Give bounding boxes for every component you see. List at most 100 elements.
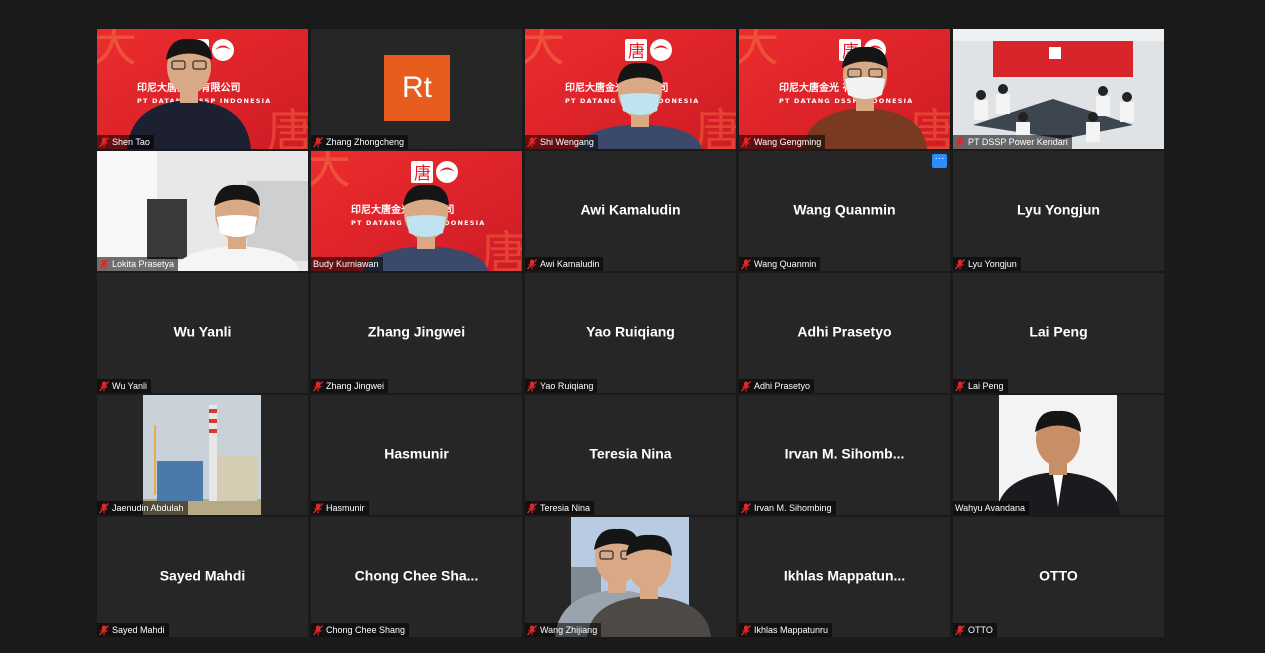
- participant-display-name: Wang Quanmin: [793, 201, 896, 218]
- participant-name-label: Ikhlas Mappatunru: [739, 623, 833, 637]
- participant-name: Shen Tao: [112, 137, 150, 147]
- participant-tile[interactable]: Rt Zhang Zhongcheng: [311, 29, 522, 149]
- participant-name: Wahyu Avandana: [955, 503, 1026, 513]
- svg-text:大: 大: [525, 29, 565, 72]
- company-banner-man-glasses-video: 大唐唐印尼大唐金光 有限公司PT DATANG DSSP INDONESIA: [97, 29, 308, 149]
- svg-text:大: 大: [311, 151, 351, 194]
- participant-name-label: Shi Wengang: [525, 135, 598, 149]
- muted-mic-icon: [955, 136, 965, 147]
- participant-name: Budy Kurniawan: [313, 259, 379, 269]
- participant-tile[interactable]: 大唐唐印尼大唐金光 有限公司PT DATANG DSSP INDONESIASh…: [97, 29, 308, 149]
- participant-name: Chong Chee Shang: [326, 625, 406, 635]
- participant-tile[interactable]: Wang Quanmin ··· Wang Quanmin: [739, 151, 950, 271]
- participant-name-label: Wang Zhijiang: [525, 623, 602, 637]
- participant-display-name: Chong Chee Sha...: [354, 567, 479, 584]
- participant-tile[interactable]: Wang Zhijiang: [525, 517, 736, 637]
- participant-tile[interactable]: Teresia Nina Teresia Nina: [525, 395, 736, 515]
- participant-name: Awi Kamaludin: [540, 259, 600, 269]
- participant-tile[interactable]: Zhang Jingwei Zhang Jingwei: [311, 273, 522, 393]
- muted-mic-icon: [741, 624, 751, 635]
- participant-name-label: Awi Kamaludin: [525, 257, 604, 271]
- participant-tile[interactable]: PT DSSP Power Kendari: [953, 29, 1164, 149]
- svg-text:大: 大: [97, 29, 137, 72]
- participant-tile[interactable]: Irvan M. Sihomb... Irvan M. Sihombing: [739, 395, 950, 515]
- participant-tile[interactable]: Lokita Prasetya: [97, 151, 308, 271]
- participant-name-label: Wahyu Avandana: [953, 501, 1030, 515]
- participant-name: Teresia Nina: [540, 503, 591, 513]
- participant-tile[interactable]: Adhi Prasetyo Adhi Prasetyo: [739, 273, 950, 393]
- participant-name: Yao Ruiqiang: [540, 381, 594, 391]
- participant-name-label: Wang Gengming: [739, 135, 826, 149]
- more-options-icon[interactable]: ···: [932, 154, 947, 168]
- participant-tile[interactable]: Awi Kamaludin Awi Kamaludin: [525, 151, 736, 271]
- participant-tile[interactable]: Yao Ruiqiang Yao Ruiqiang: [525, 273, 736, 393]
- participant-tile[interactable]: Jaenudin Abdulah: [97, 395, 308, 515]
- participant-tile[interactable]: Chong Chee Sha... Chong Chee Shang: [311, 517, 522, 637]
- participant-display-name: Zhang Jingwei: [367, 323, 466, 340]
- participant-name-label: Zhang Zhongcheng: [311, 135, 409, 149]
- participant-name-label: Yao Ruiqiang: [525, 379, 598, 393]
- participant-display-name: Lai Peng: [1029, 323, 1088, 340]
- profile-avatar: Rt: [384, 55, 450, 121]
- svg-text:唐: 唐: [414, 163, 431, 184]
- muted-mic-icon: [955, 380, 965, 391]
- participant-name-label: OTTO: [953, 623, 997, 637]
- participant-name: Wang Gengming: [754, 137, 822, 147]
- participant-name-label: Budy Kurniawan: [311, 257, 383, 271]
- svg-text:唐: 唐: [481, 226, 522, 271]
- muted-mic-icon: [741, 502, 751, 513]
- participant-name-label: Lai Peng: [953, 379, 1008, 393]
- participant-name-label: Chong Chee Shang: [311, 623, 410, 637]
- muted-mic-icon: [99, 136, 109, 147]
- participant-tile[interactable]: Lai Peng Lai Peng: [953, 273, 1164, 393]
- portrait-man-suit-video: [953, 395, 1164, 515]
- participant-tile[interactable]: 大唐唐印尼大唐金光 有限公司PT DATANG DSSP INDONESIABu…: [311, 151, 522, 271]
- participant-tile[interactable]: Lyu Yongjun Lyu Yongjun: [953, 151, 1164, 271]
- participant-tile[interactable]: Sayed Mahdi Sayed Mahdi: [97, 517, 308, 637]
- participant-name: Wang Quanmin: [754, 259, 817, 269]
- svg-text:唐: 唐: [267, 104, 308, 149]
- participant-name: Sayed Mahdi: [112, 625, 165, 635]
- participant-name-label: Lokita Prasetya: [97, 257, 179, 271]
- muted-mic-icon: [99, 502, 109, 513]
- muted-mic-icon: [313, 380, 323, 391]
- participant-tile[interactable]: Ikhlas Mappatun... Ikhlas Mappatunru: [739, 517, 950, 637]
- participant-name-label: Jaenudin Abdulah: [97, 501, 188, 515]
- participant-name-label: Shen Tao: [97, 135, 154, 149]
- muted-mic-icon: [313, 136, 323, 147]
- office-man-mask-video: [97, 151, 308, 271]
- participant-display-name: Adhi Prasetyo: [797, 323, 892, 340]
- power-plant-chimney-video: [97, 395, 308, 515]
- participant-name: Lyu Yongjun: [968, 259, 1017, 269]
- participant-tile[interactable]: Hasmunir Hasmunir: [311, 395, 522, 515]
- muted-mic-icon: [955, 624, 965, 635]
- participant-name-label: Zhang Jingwei: [311, 379, 389, 393]
- muted-mic-icon: [527, 258, 537, 269]
- participant-name: Lokita Prasetya: [112, 259, 175, 269]
- participant-display-name: Awi Kamaludin: [580, 201, 681, 218]
- participant-name: OTTO: [968, 625, 993, 635]
- participant-name: Zhang Jingwei: [326, 381, 385, 391]
- svg-text:唐: 唐: [695, 104, 736, 149]
- muted-mic-icon: [741, 258, 751, 269]
- participant-tile[interactable]: Wu Yanli Wu Yanli: [97, 273, 308, 393]
- participant-tile[interactable]: OTTO OTTO: [953, 517, 1164, 637]
- participant-tile[interactable]: 大唐唐印尼大唐金光 有限公司PT DATANG DSSP INDONESIAWa…: [739, 29, 950, 149]
- participant-gallery: 大唐唐印尼大唐金光 有限公司PT DATANG DSSP INDONESIA Sh…: [97, 29, 1165, 639]
- participant-display-name: Teresia Nina: [589, 445, 672, 462]
- participant-name: PT DSSP Power Kendari: [968, 137, 1068, 147]
- company-banner-man-mask-video: 大唐唐印尼大唐金光 有限公司PT DATANG DSSP INDONESIA: [525, 29, 736, 149]
- participant-tile[interactable]: 大唐唐印尼大唐金光 有限公司PT DATANG DSSP INDONESIASh…: [525, 29, 736, 149]
- participant-name: Jaenudin Abdulah: [112, 503, 184, 513]
- muted-mic-icon: [741, 380, 751, 391]
- participant-name: Adhi Prasetyo: [754, 381, 811, 391]
- participant-name-label: Irvan M. Sihombing: [739, 501, 836, 515]
- svg-text:大: 大: [739, 29, 779, 72]
- participant-name-label: Wu Yanli: [97, 379, 152, 393]
- participant-name: Hasmunir: [326, 503, 365, 513]
- participant-tile[interactable]: Wahyu Avandana: [953, 395, 1164, 515]
- muted-mic-icon: [527, 380, 537, 391]
- muted-mic-icon: [313, 502, 323, 513]
- participant-name-label: Hasmunir: [311, 501, 369, 515]
- participant-name-label: Sayed Mahdi: [97, 623, 169, 637]
